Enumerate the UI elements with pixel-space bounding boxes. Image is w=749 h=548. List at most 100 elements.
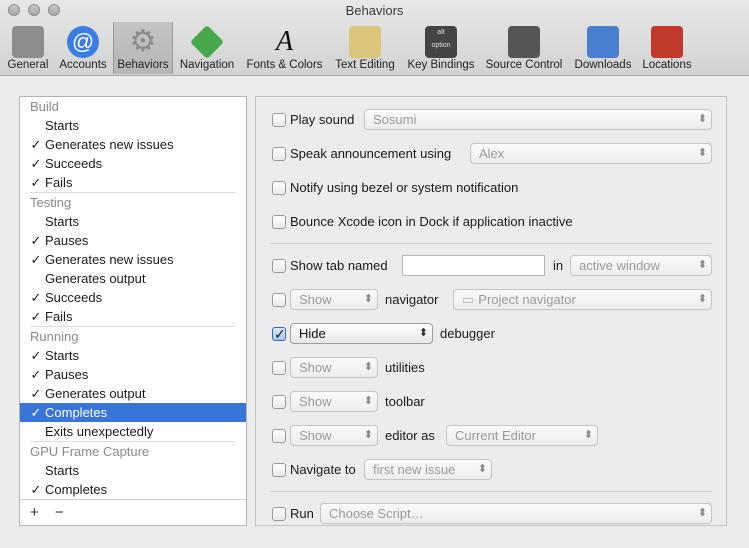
behaviors-list[interactable]: Build Starts ✓ Generates new issues ✓ Succeed… xyxy=(20,97,246,499)
list-item-label: Generates new issues xyxy=(45,252,174,267)
list-item-label: Starts xyxy=(45,118,79,133)
checkmark-icon: ✓ xyxy=(30,175,42,190)
list-item[interactable]: ✓ Fails xyxy=(20,173,246,192)
toolbar-checkbox[interactable] xyxy=(272,395,286,409)
play-sound-label: Play sound xyxy=(290,112,355,127)
notepad-pencil-icon xyxy=(349,26,381,58)
editor-label: editor as xyxy=(385,428,435,443)
list-item-label: Completes xyxy=(45,405,108,420)
list-item[interactable]: ✓ Pauses xyxy=(20,365,246,384)
editor-action-popup[interactable]: Show xyxy=(290,425,378,446)
toolbar-tab-text-editing[interactable]: Text Editing xyxy=(330,22,400,74)
toolbar-tab-downloads[interactable]: Downloads xyxy=(570,22,636,74)
navigator-checkbox[interactable] xyxy=(272,293,286,307)
checkmark-icon: ✓ xyxy=(30,367,42,382)
options-divider xyxy=(270,491,712,492)
toolbar-tab-fonts-colors[interactable]: A Fonts & Colors xyxy=(242,22,327,74)
toolbar-tab-label: Locations xyxy=(642,59,692,71)
navigate-popup[interactable]: first new issue xyxy=(364,459,492,480)
debugger-checkbox[interactable] xyxy=(272,323,286,345)
toolbar-tab-locations[interactable]: Locations xyxy=(638,22,696,74)
remove-behavior-button[interactable]: − xyxy=(55,504,64,521)
list-item[interactable]: Starts xyxy=(20,461,246,480)
utilities-action-popup[interactable]: Show xyxy=(290,357,378,378)
list-item-label: Exits unexpectedly xyxy=(45,424,154,439)
checkmark-icon: ✓ xyxy=(30,386,42,401)
toolbar-tab-label: Navigation xyxy=(179,59,235,71)
download-box-icon xyxy=(587,26,619,58)
checkmark-icon: ✓ xyxy=(30,156,42,171)
toolbar-tab-key-bindings[interactable]: alt option Key Bindings xyxy=(403,22,479,74)
checkmark-icon: ✓ xyxy=(30,482,42,497)
list-item[interactable]: ✓ Fails xyxy=(20,307,246,326)
list-item[interactable]: Starts xyxy=(20,212,246,231)
speak-option: Speak announcement using Alex xyxy=(272,143,712,165)
joystick-location-icon xyxy=(651,26,683,58)
keyboard-key-icon: alt option xyxy=(425,26,457,58)
script-popup[interactable]: Choose Script… xyxy=(320,503,712,524)
tab-name-field[interactable] xyxy=(402,255,545,276)
list-item[interactable]: ✓ Pauses xyxy=(20,231,246,250)
navigator-value: Project navigator xyxy=(478,292,576,307)
bounce-checkbox[interactable] xyxy=(272,215,286,229)
debugger-label: debugger xyxy=(440,326,495,341)
options-divider xyxy=(270,243,712,244)
navigator-action-popup[interactable]: Show xyxy=(290,289,378,310)
tab-location-popup[interactable]: active window xyxy=(570,255,712,276)
at-sign-icon: @ xyxy=(67,26,99,58)
in-label: in xyxy=(553,258,564,273)
run-checkbox[interactable] xyxy=(272,507,286,521)
show-tab-checkbox[interactable] xyxy=(272,259,286,273)
sound-popup[interactable]: Sosumi xyxy=(364,109,712,130)
navigate-checkbox[interactable] xyxy=(272,463,286,477)
list-item[interactable]: ✓ Completes xyxy=(20,480,246,499)
list-item[interactable]: ✓ Completes xyxy=(20,403,246,422)
utilities-checkbox[interactable] xyxy=(272,361,286,375)
debugger-option: Hide debugger xyxy=(272,323,712,345)
navigator-popup[interactable]: ▭ Project navigator xyxy=(453,289,712,310)
list-item[interactable]: ✓ Succeeds xyxy=(20,154,246,173)
list-item[interactable]: ✓ Starts xyxy=(20,346,246,365)
debugger-action-popup[interactable]: Hide xyxy=(290,323,433,344)
navigator-option: Show navigator ▭Project navigator xyxy=(272,289,712,311)
toolbar-tab-source-control[interactable]: Source Control xyxy=(481,22,567,74)
toolbar-option: Show toolbar xyxy=(272,391,712,413)
run-option: Run Choose Script… xyxy=(272,503,712,525)
toolbar-tab-accounts[interactable]: @ Accounts xyxy=(55,22,111,74)
toolbar-tab-navigation[interactable]: Navigation xyxy=(175,22,239,74)
editor-popup[interactable]: Current Editor xyxy=(446,425,598,446)
play-sound-checkbox[interactable] xyxy=(272,113,286,127)
list-item[interactable]: ✓ Generates new issues xyxy=(20,135,246,154)
group-header: GPU Frame Capture xyxy=(30,444,150,459)
utilities-option: Show utilities xyxy=(272,357,712,379)
bounce-label: Bounce Xcode icon in Dock if application… xyxy=(290,214,573,229)
list-item-label: Starts xyxy=(45,348,79,363)
voice-popup[interactable]: Alex xyxy=(470,143,712,164)
list-item[interactable]: ✓ Generates new issues xyxy=(20,250,246,269)
list-item-label: Generates output xyxy=(45,386,146,401)
notify-checkbox[interactable] xyxy=(272,181,286,195)
editor-option: Show editor as Current Editor xyxy=(272,425,712,447)
toolbar-action-popup[interactable]: Show xyxy=(290,391,378,412)
toolbar-tab-label: Source Control xyxy=(485,59,563,71)
show-tab-label: Show tab named xyxy=(290,258,388,273)
window-title: Behaviors xyxy=(345,3,404,18)
toolbar-tab-label: General xyxy=(7,59,49,71)
list-item[interactable]: Generates output xyxy=(20,269,246,288)
source-control-icon xyxy=(508,26,540,58)
speak-checkbox[interactable] xyxy=(272,147,286,161)
list-item[interactable]: Exits unexpectedly xyxy=(20,422,246,441)
editor-checkbox[interactable] xyxy=(272,429,286,443)
add-behavior-button[interactable]: + xyxy=(30,504,39,521)
list-item[interactable]: ✓ Generates output xyxy=(20,384,246,403)
list-item[interactable]: ✓ Succeeds xyxy=(20,288,246,307)
toolbar-tab-label: Accounts xyxy=(59,59,107,71)
toolbar-tab-behaviors[interactable]: ⚙ Behaviors xyxy=(113,22,173,74)
toolbar-tab-general[interactable]: General xyxy=(4,22,52,74)
navigate-option: Navigate to first new issue xyxy=(272,459,712,481)
general-switch-icon xyxy=(12,26,44,58)
preferences-window: Behaviors General @ Accounts ⚙ Behaviors Navi… xyxy=(0,0,749,548)
list-item-label: Succeeds xyxy=(45,156,103,171)
list-item[interactable]: Starts xyxy=(20,116,246,135)
navigate-label: Navigate to xyxy=(290,462,356,477)
